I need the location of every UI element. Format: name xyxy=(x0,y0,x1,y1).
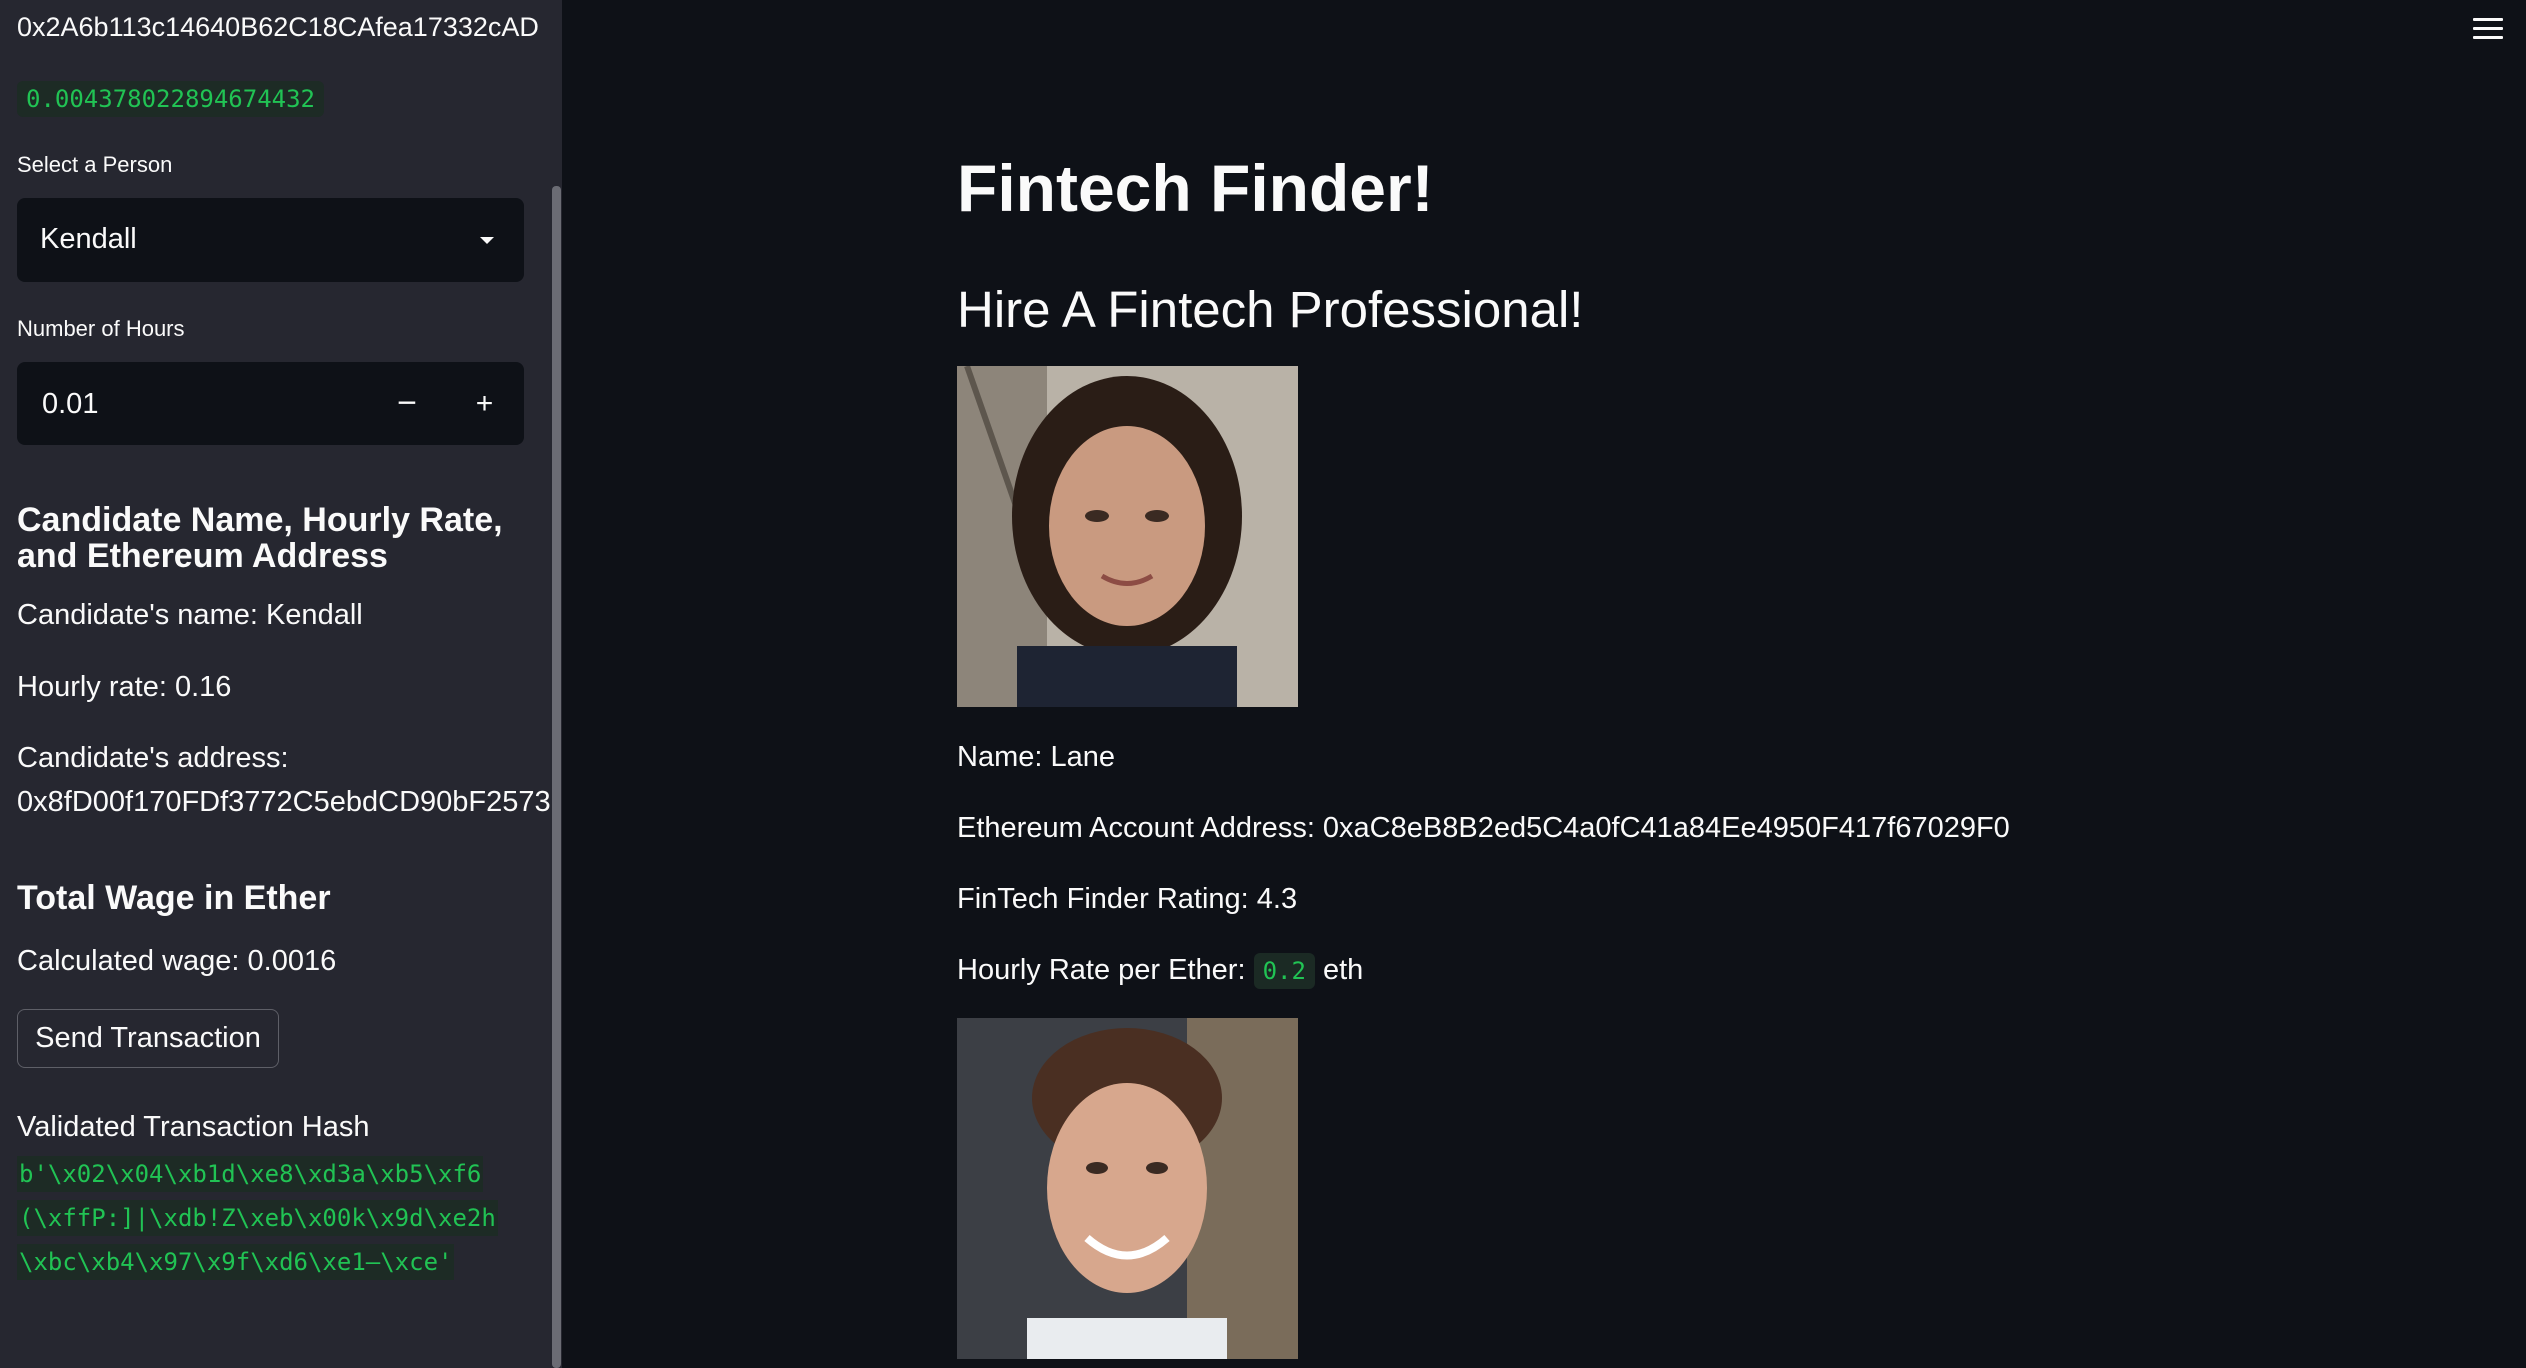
chevron-down-icon xyxy=(480,237,494,244)
page-title: Fintech Finder! xyxy=(957,151,1434,225)
rate-suffix: eth xyxy=(1323,954,1364,986)
rate-prefix: Hourly Rate per Ether: xyxy=(957,954,1246,986)
sidebar: 0x2A6b113c14640B62C18CAfea17332cAD 0.004… xyxy=(0,0,562,1368)
candidate-address-label: Candidate's address: xyxy=(17,742,289,774)
transaction-hash-value: b'\x02\x04\xb1d\xe8\xd3a\xb5\xf6(\xffP:]… xyxy=(17,1156,498,1280)
rate-value: 0.2 xyxy=(1253,953,1315,989)
candidate-heading: Candidate Name, Hourly Rate, and Ethereu… xyxy=(17,501,503,575)
hours-stepper: 0.01 − + xyxy=(17,362,524,445)
decrement-button[interactable]: − xyxy=(369,362,445,445)
menu-icon[interactable] xyxy=(2473,18,2503,44)
person-select-value: Kendall xyxy=(40,223,137,255)
hash-label: Validated Transaction Hash xyxy=(17,1111,370,1143)
candidate-address: 0x8fD00f170FDf3772C5ebdCD90bF25731 xyxy=(17,786,557,818)
calculated-wage: Calculated wage: 0.0016 xyxy=(17,945,337,977)
account-balance: 0.004378022894674432 xyxy=(17,81,324,117)
select-person-label: Select a Person xyxy=(17,152,173,177)
hours-input[interactable]: 0.01 xyxy=(42,388,98,421)
account-address: 0x2A6b113c14640B62C18CAfea17332cAD xyxy=(17,12,539,42)
wage-heading: Total Wage in Ether xyxy=(17,879,331,917)
sidebar-scrollbar[interactable] xyxy=(552,186,561,1368)
page-subtitle: Hire A Fintech Professional! xyxy=(957,281,1584,338)
send-transaction-button[interactable]: Send Transaction xyxy=(17,1009,279,1068)
profile-rating: FinTech Finder Rating: 4.3 xyxy=(957,883,1298,915)
profile-photo-next xyxy=(957,1018,1298,1359)
person-select[interactable]: Kendall xyxy=(17,198,524,282)
hours-label: Number of Hours xyxy=(17,316,185,341)
candidate-hourly-rate: Hourly rate: 0.16 xyxy=(17,671,232,703)
transaction-hash: b'\x02\x04\xb1d\xe8\xd3a\xb5\xf6(\xffP:]… xyxy=(17,1152,522,1284)
increment-button[interactable]: + xyxy=(445,362,524,445)
profile-name: Name: Lane xyxy=(957,741,1115,773)
profile-hourly-rate: Hourly Rate per Ether: 0.2 eth xyxy=(957,953,1364,989)
candidate-name: Candidate's name: Kendall xyxy=(17,599,363,631)
profile-photo-lane xyxy=(957,366,1298,707)
profile-eth-address: Ethereum Account Address: 0xaC8eB8B2ed5C… xyxy=(957,812,2010,844)
